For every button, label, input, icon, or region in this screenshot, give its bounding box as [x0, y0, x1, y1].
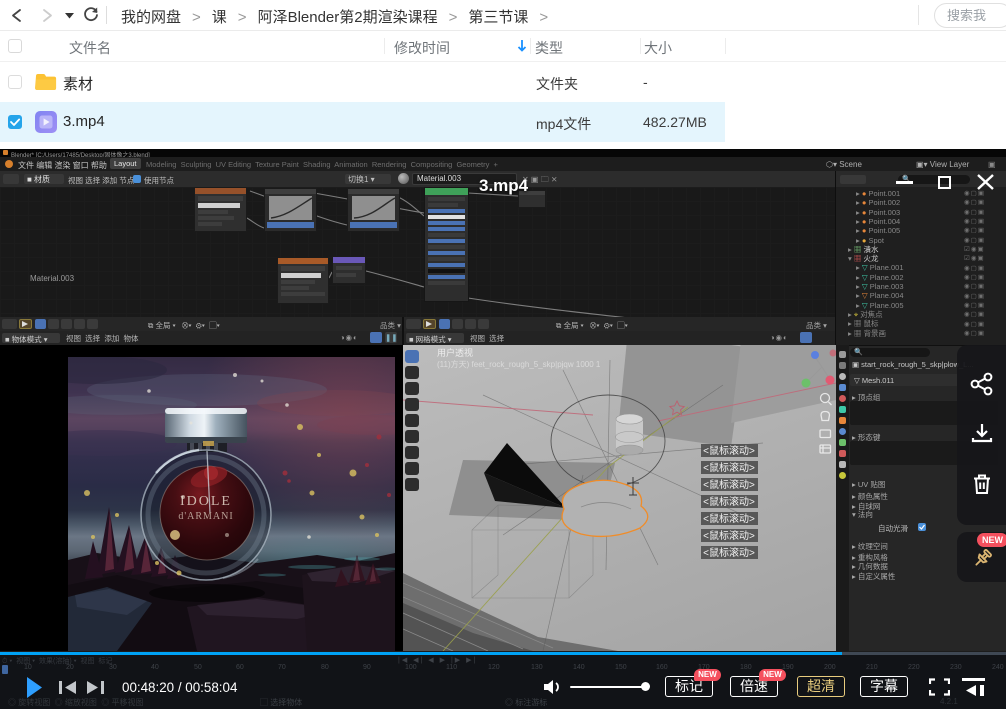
- svg-text:<鼠标滚动>: <鼠标滚动>: [703, 495, 755, 508]
- svg-text:<鼠标滚动>: <鼠标滚动>: [703, 444, 755, 457]
- svg-text:(11)方天) feet_rock_rough_5_skp|: (11)方天) feet_rock_rough_5_skp|pjqw 1000 …: [437, 359, 601, 369]
- svg-text:<鼠标滚动>: <鼠标滚动>: [703, 512, 755, 525]
- svg-text:d'ARMANI: d'ARMANI: [178, 511, 233, 522]
- svg-text:<鼠标滚动>: <鼠标滚动>: [703, 546, 755, 559]
- svg-text:<鼠标滚动>: <鼠标滚动>: [703, 461, 755, 474]
- svg-text:IDOLE: IDOLE: [180, 494, 232, 509]
- svg-text:<鼠标滚动>: <鼠标滚动>: [703, 529, 755, 542]
- svg-text:用户透视: 用户透视: [437, 347, 473, 358]
- svg-text:<鼠标滚动>: <鼠标滚动>: [703, 478, 755, 491]
